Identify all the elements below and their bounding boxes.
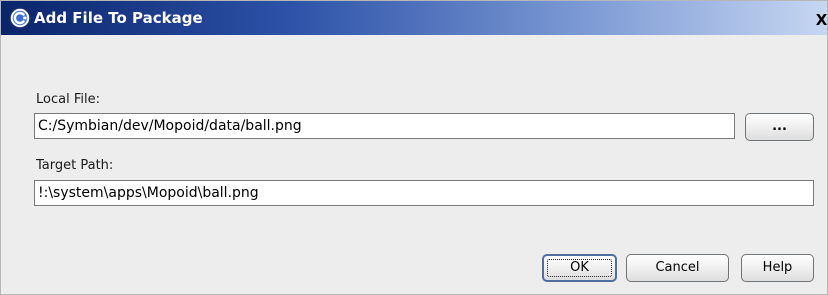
cancel-button[interactable]: Cancel: [626, 254, 729, 282]
add-file-dialog: Add File To Package X Local File: C:/Sym…: [0, 0, 828, 295]
target-path-input[interactable]: !:\system\apps\Mopoid\ball.png: [34, 180, 814, 206]
help-button[interactable]: Help: [741, 254, 814, 282]
focus-ring: [547, 259, 612, 277]
local-file-input[interactable]: C:/Symbian/dev/Mopoid/data/ball.png: [34, 113, 735, 139]
target-path-label: Target Path:: [36, 158, 114, 173]
dialog-title: Add File To Package: [34, 9, 203, 27]
local-file-label: Local File:: [36, 92, 100, 107]
close-button[interactable]: X: [814, 10, 827, 30]
carbide-c-icon: [9, 7, 31, 29]
browse-button[interactable]: ...: [745, 113, 814, 141]
ok-button[interactable]: OK: [542, 254, 617, 282]
dialog-titlebar[interactable]: Add File To Package X: [1, 1, 827, 35]
